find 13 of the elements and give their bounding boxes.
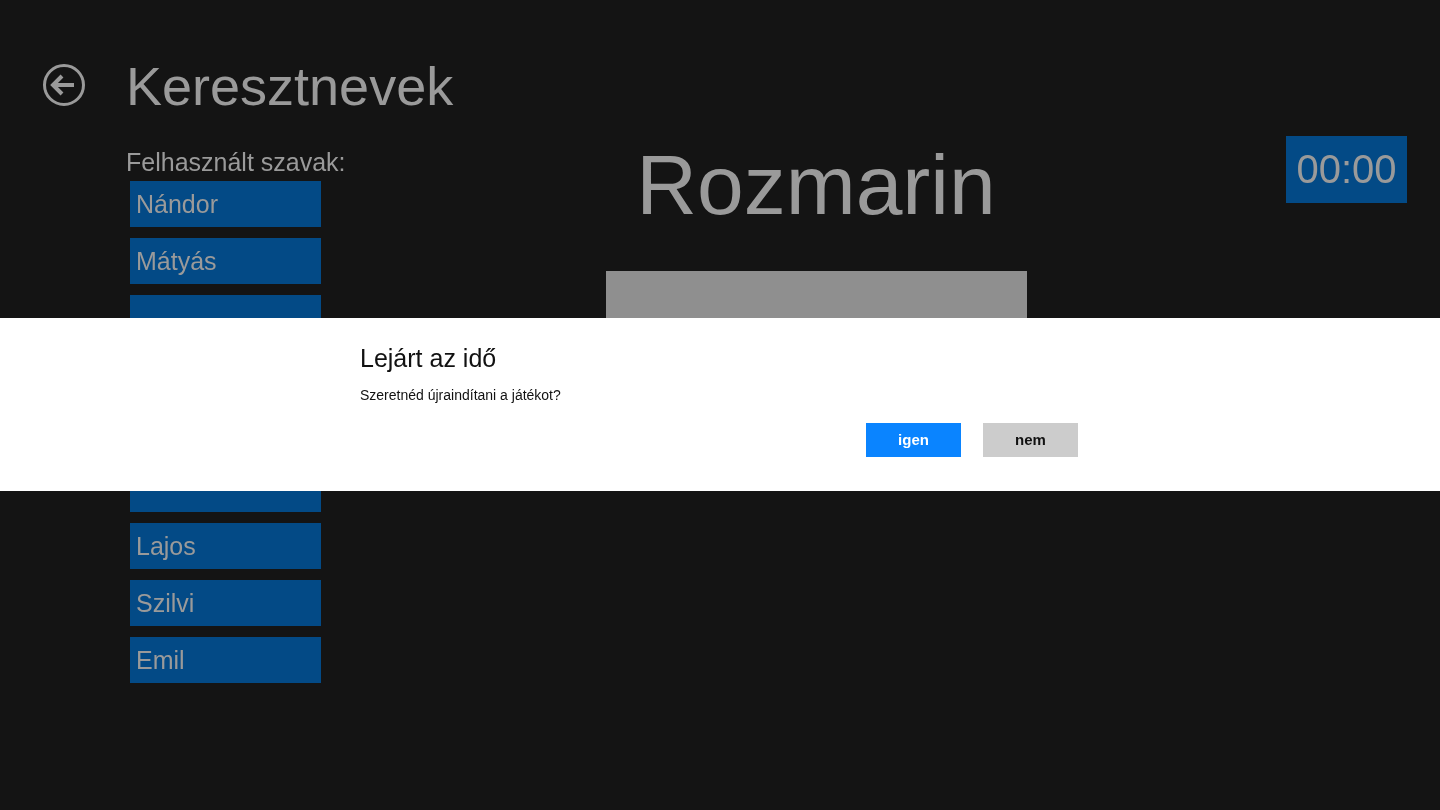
used-words-label: Felhasznált szavak: <box>126 147 347 177</box>
used-word-tile: Emil <box>130 637 321 683</box>
used-word-tile: Lajos <box>130 523 321 569</box>
page-title: Keresztnevek <box>126 57 455 115</box>
dialog-button[interactable]: igen <box>866 423 961 457</box>
dialog-message: Szeretnéd újraindítani a játékot? <box>360 386 562 404</box>
used-word-tile: Mátyás <box>130 238 321 284</box>
dialog-title: Lejárt az idő <box>360 343 498 374</box>
used-word-tile: Nándor <box>130 181 321 227</box>
current-word: Rozmarin <box>636 137 996 233</box>
used-word-tile: Szilvi <box>130 580 321 626</box>
dialog-button[interactable]: nem <box>983 423 1078 457</box>
timer: 00:00 <box>1286 136 1407 203</box>
